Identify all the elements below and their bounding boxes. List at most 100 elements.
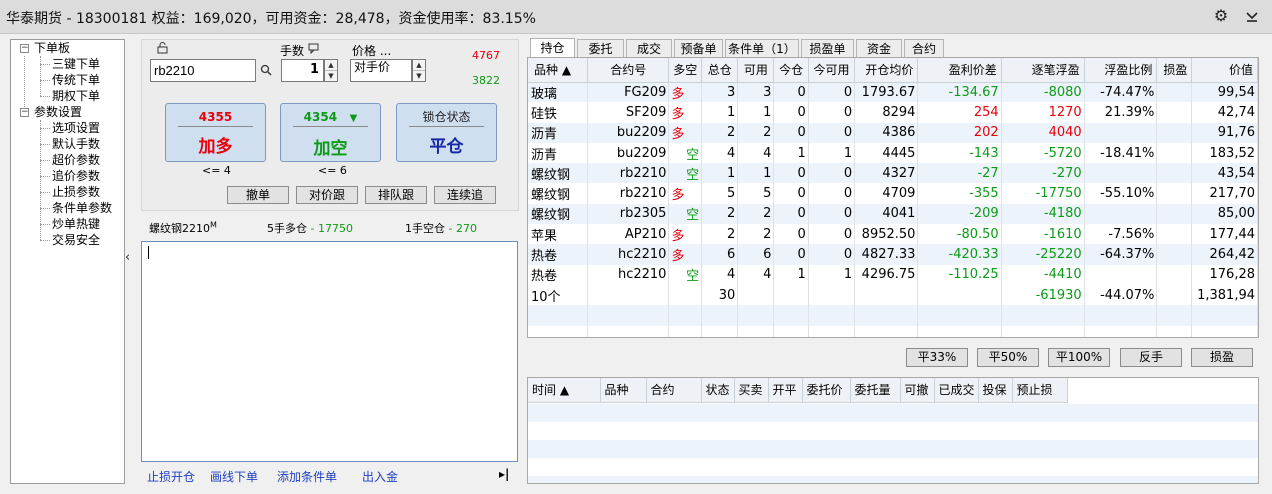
col-header[interactable]: 时间 ▲ <box>528 378 601 403</box>
order-log-textarea[interactable] <box>141 241 518 462</box>
tab-conditional[interactable]: 条件单（1） <box>725 39 799 57</box>
table-cell: 264,42 <box>1191 244 1258 265</box>
tree-item-options[interactable]: 选项设置 <box>52 120 100 136</box>
stop-loss-open-link[interactable]: 止损开仓 <box>147 468 195 485</box>
table-cell <box>773 284 809 306</box>
table-row[interactable]: 沥青 bu2209 空 4 4 1 1 4445 -143 -5720 -18.41% 183,52 <box>528 142 1258 164</box>
col-header[interactable]: 可用 <box>737 58 775 83</box>
tab-funds[interactable]: 资金 <box>856 39 902 57</box>
continuous-chase-button[interactable]: 连续追 <box>434 186 496 204</box>
qty-input[interactable]: 1 <box>281 59 324 82</box>
close-33-button[interactable]: 平33% <box>906 348 968 367</box>
col-header[interactable]: 品种 <box>600 378 647 403</box>
table-row[interactable]: 螺纹钢 rb2305 空 2 2 0 0 4041 -209 -4180 85,00 <box>528 203 1258 225</box>
close-position-button[interactable]: 锁仓状态 平仓 <box>396 103 497 162</box>
line-order-link[interactable]: 画线下单 <box>210 468 258 485</box>
profit-loss-button[interactable]: 损盈 <box>1191 348 1253 367</box>
close-100-button[interactable]: 平100% <box>1048 348 1110 367</box>
table-cell: 4 <box>701 142 739 164</box>
col-header[interactable]: 预止损 <box>1012 378 1068 403</box>
table-row[interactable]: 硅铁 SF209 多 1 1 0 0 8294 254 1270 21.39% 42,74 <box>528 102 1258 123</box>
deposit-withdraw-link[interactable]: 出入金 <box>362 468 398 485</box>
speech-icon[interactable] <box>308 43 320 57</box>
gear-icon[interactable]: ⚙ <box>1211 6 1231 26</box>
tab-profit-loss[interactable]: 损盈单 <box>801 39 854 57</box>
tab-orders[interactable]: 委托 <box>577 39 624 57</box>
col-header[interactable]: 逐笔浮盈 <box>1001 58 1085 83</box>
add-conditional-link[interactable]: 添加条件单 <box>277 468 337 485</box>
col-header[interactable]: 可撤 <box>900 378 935 403</box>
tree-item-chase-price[interactable]: 追价参数 <box>52 168 100 184</box>
tree-item-over-price[interactable]: 超价参数 <box>52 152 100 168</box>
tab-contracts[interactable]: 合约 <box>904 39 944 57</box>
match-price-follow-button[interactable]: 对价跟 <box>296 186 358 204</box>
tree-group-params[interactable]: 参数设置 <box>34 104 82 120</box>
table-row[interactable]: 沥青 bu2209 多 2 2 0 0 4386 202 4040 91,76 <box>528 122 1258 143</box>
tree-item-option[interactable]: 期权下单 <box>52 88 100 104</box>
tree-item-security[interactable]: 交易安全 <box>52 232 100 248</box>
tree-item-three-key[interactable]: 三键下单 <box>52 56 100 72</box>
cancel-order-button[interactable]: 撤单 <box>227 186 289 204</box>
tab-prepared[interactable]: 预备单 <box>674 39 723 57</box>
col-header[interactable]: 已成交 <box>934 378 979 403</box>
table-cell: 3 <box>737 82 775 103</box>
col-header[interactable]: 委托量 <box>850 378 901 403</box>
price-mode-select[interactable]: 对手价 <box>350 59 412 82</box>
table-row[interactable]: 10个 30 -61930 -44.07% 1,381,94 <box>528 284 1258 306</box>
table-cell: 4041 <box>854 203 919 225</box>
col-header[interactable]: 投保 <box>978 378 1013 403</box>
table-cell <box>1156 244 1193 265</box>
order-panel: 手数 1 ▲▼ 价格 ... 对手价 ▲▼ 4767 3822 4355 加多 … <box>141 39 519 211</box>
reverse-button[interactable]: 反手 <box>1120 348 1182 367</box>
lock-icon[interactable] <box>157 42 169 57</box>
table-cell: 5 <box>737 183 775 204</box>
col-header[interactable]: 状态 <box>701 378 735 403</box>
collapse-icon[interactable]: − <box>20 108 29 117</box>
price-stepper[interactable]: ▲ ▼ <box>412 59 426 82</box>
search-icon[interactable] <box>260 64 272 79</box>
table-cell <box>587 325 670 337</box>
tree-item-conditional[interactable]: 条件单参数 <box>52 200 112 216</box>
table-row[interactable]: 热卷 hc2210 多 6 6 0 0 4827.33 -420.33 -25220 -64.37%… <box>528 244 1258 265</box>
table-cell <box>1001 325 1085 337</box>
col-header[interactable]: 浮盈比例 <box>1084 58 1158 83</box>
table-row[interactable]: 螺纹钢 rb2210 空 1 1 0 0 4327 -27 -270 43,54 <box>528 163 1258 184</box>
col-header[interactable]: 多空 <box>668 58 703 83</box>
tree-group-order-board[interactable]: 下单板 <box>34 40 70 56</box>
col-header[interactable]: 委托价 <box>802 378 851 403</box>
collapse-panel-arrow[interactable]: ‹ <box>125 250 130 265</box>
tab-positions[interactable]: 持仓 <box>530 38 575 58</box>
chevron-down-icon[interactable] <box>1242 6 1262 26</box>
table-cell <box>1156 142 1193 164</box>
table-row[interactable]: 苹果 AP210 多 2 2 0 0 8952.50 -80.50 -1610 -7.56% 177,… <box>528 224 1258 245</box>
close-50-button[interactable]: 平50% <box>977 348 1039 367</box>
end-icon[interactable]: ▸| <box>499 467 509 481</box>
buy-add-long-button[interactable]: 4355 加多 <box>165 103 266 162</box>
col-header[interactable]: 今仓 <box>773 58 809 83</box>
tree-item-default-qty[interactable]: 默认手数 <box>52 136 100 152</box>
tab-trades[interactable]: 成交 <box>626 39 672 57</box>
table-row[interactable]: 热卷 hc2210 空 4 4 1 1 4296.75 -110.25 -4410 176,28 <box>528 264 1258 285</box>
tree-item-stop-loss[interactable]: 止损参数 <box>52 184 100 200</box>
collapse-icon[interactable]: − <box>20 44 29 53</box>
qty-stepper[interactable]: ▲ ▼ <box>324 59 338 82</box>
queue-follow-button[interactable]: 排队跟 <box>365 186 427 204</box>
contract-input[interactable] <box>150 59 256 82</box>
col-header[interactable]: 今可用 <box>808 58 856 83</box>
col-header[interactable]: 合约 <box>646 378 702 403</box>
col-header[interactable]: 损盈 <box>1156 58 1193 83</box>
col-header[interactable]: 买卖 <box>734 378 769 403</box>
col-header[interactable]: 合约号 <box>587 58 670 83</box>
sell-add-short-button[interactable]: 4354 ▼ 加空 <box>280 103 381 162</box>
col-header[interactable]: 品种 ▲ <box>528 58 588 83</box>
tree-item-hotkeys[interactable]: 炒单热键 <box>52 216 100 232</box>
table-row[interactable]: 螺纹钢 rb2210 多 5 5 0 0 4709 -355 -17750 -55.10% 217,7… <box>528 183 1258 204</box>
col-header[interactable]: 开平 <box>768 378 803 403</box>
col-header[interactable]: 总仓 <box>701 58 739 83</box>
col-header[interactable]: 开仓均价 <box>854 58 919 83</box>
table-row[interactable]: 玻璃 FG209 多 3 3 0 0 1793.67 -134.67 -8080 -74.47% 99… <box>528 82 1258 103</box>
col-header[interactable]: 价值 <box>1191 58 1258 83</box>
col-header[interactable]: 盈利价差 <box>917 58 1002 83</box>
table-cell: -61930 <box>1001 284 1085 306</box>
tree-item-traditional[interactable]: 传统下单 <box>52 72 100 88</box>
